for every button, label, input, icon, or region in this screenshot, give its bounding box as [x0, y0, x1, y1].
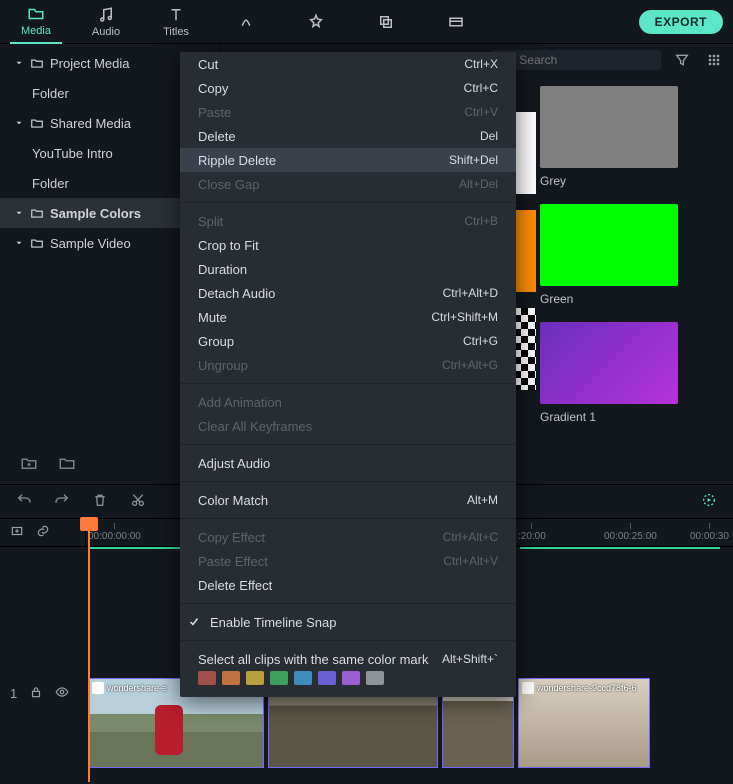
folder-icon — [30, 236, 44, 250]
ctx-item[interactable]: Detach AudioCtrl+Alt+D — [180, 281, 516, 305]
cut-icon[interactable] — [130, 492, 146, 511]
play-icon — [92, 682, 104, 694]
context-menu: CutCtrl+XCopyCtrl+CPasteCtrl+VDeleteDelR… — [180, 52, 516, 697]
top-nav: Media Audio Titles EXPORT — [0, 0, 733, 44]
search-input[interactable] — [519, 53, 651, 67]
chevron-down-icon — [14, 238, 24, 248]
grid-icon[interactable] — [703, 49, 725, 71]
ctx-item: Clear All Keyframes — [180, 414, 516, 438]
tab-more-3[interactable] — [360, 0, 412, 44]
ctx-snap-toggle[interactable]: Enable Timeline Snap — [180, 610, 516, 634]
playhead[interactable] — [80, 517, 98, 531]
chevron-down-icon — [14, 208, 24, 218]
ctx-item: Close GapAlt+Del — [180, 172, 516, 196]
ctx-item[interactable]: Crop to Fit — [180, 233, 516, 257]
tab-more-2[interactable] — [290, 0, 342, 44]
undo-icon[interactable] — [16, 492, 32, 511]
color-mark[interactable] — [342, 671, 360, 685]
ctx-item[interactable]: Delete Effect — [180, 573, 516, 597]
folder-icon — [30, 116, 44, 130]
ruler-tick: :20:00 — [518, 523, 546, 542]
ruler-tick: 00:00:30 — [690, 523, 729, 542]
check-icon — [188, 616, 200, 628]
ctx-item: Add Animation — [180, 390, 516, 414]
ctx-colormark[interactable]: Select all clips with the same color mar… — [180, 647, 516, 671]
delete-icon[interactable] — [92, 492, 108, 511]
ctx-item[interactable]: DeleteDel — [180, 124, 516, 148]
ctx-item: Copy EffectCtrl+Alt+C — [180, 525, 516, 549]
folder-icon — [30, 56, 44, 70]
color-mark[interactable] — [366, 671, 384, 685]
ctx-item[interactable]: Ripple DeleteShift+Del — [180, 148, 516, 172]
ruler-tick: 00:00:25:00 — [604, 523, 657, 542]
link-icon[interactable] — [36, 524, 50, 541]
lock-icon[interactable] — [29, 685, 43, 702]
swatch-item[interactable]: Green — [540, 204, 733, 306]
new-folder-plus-icon[interactable] — [18, 452, 40, 474]
color-mark[interactable] — [246, 671, 264, 685]
timeline-clip[interactable]: wondershare-9ccd78f6-6 — [518, 678, 650, 768]
swatch-item[interactable]: Gradient 1 — [540, 322, 733, 424]
play-icon — [522, 682, 534, 694]
tab-more-1[interactable] — [220, 0, 272, 44]
color-mark[interactable] — [318, 671, 336, 685]
ctx-item[interactable]: GroupCtrl+G — [180, 329, 516, 353]
ctx-item: UngroupCtrl+Alt+G — [180, 353, 516, 377]
chevron-down-icon — [14, 118, 24, 128]
color-mark[interactable] — [198, 671, 216, 685]
search-box[interactable] — [491, 50, 661, 70]
visibility-icon[interactable] — [55, 685, 69, 702]
render-icon[interactable] — [701, 492, 717, 511]
swatch-item[interactable]: Grey — [540, 86, 733, 188]
ctx-item[interactable]: CutCtrl+X — [180, 52, 516, 76]
tab-audio[interactable]: Audio — [80, 0, 132, 44]
tab-media[interactable]: Media — [10, 0, 62, 44]
filter-icon[interactable] — [671, 49, 693, 71]
playhead-line — [88, 517, 90, 782]
tab-more-4[interactable] — [430, 0, 482, 44]
redo-icon[interactable] — [54, 492, 70, 511]
ctx-item: SplitCtrl+B — [180, 209, 516, 233]
ctx-item[interactable]: Color MatchAlt+M — [180, 488, 516, 512]
color-mark[interactable] — [222, 671, 240, 685]
ctx-item[interactable]: MuteCtrl+Shift+M — [180, 305, 516, 329]
chevron-down-icon — [14, 58, 24, 68]
ctx-item: PasteCtrl+V — [180, 100, 516, 124]
track-number: 1 — [10, 686, 17, 701]
ctx-item[interactable]: Duration — [180, 257, 516, 281]
ctx-item: Paste EffectCtrl+Alt+V — [180, 549, 516, 573]
new-folder-icon[interactable] — [56, 452, 78, 474]
folder-icon — [30, 206, 44, 220]
color-mark[interactable] — [270, 671, 288, 685]
export-button[interactable]: EXPORT — [639, 10, 723, 34]
add-track-icon[interactable] — [10, 524, 24, 541]
ctx-item[interactable]: CopyCtrl+C — [180, 76, 516, 100]
color-mark[interactable] — [294, 671, 312, 685]
ctx-item[interactable]: Adjust Audio — [180, 451, 516, 475]
tab-titles[interactable]: Titles — [150, 0, 202, 44]
